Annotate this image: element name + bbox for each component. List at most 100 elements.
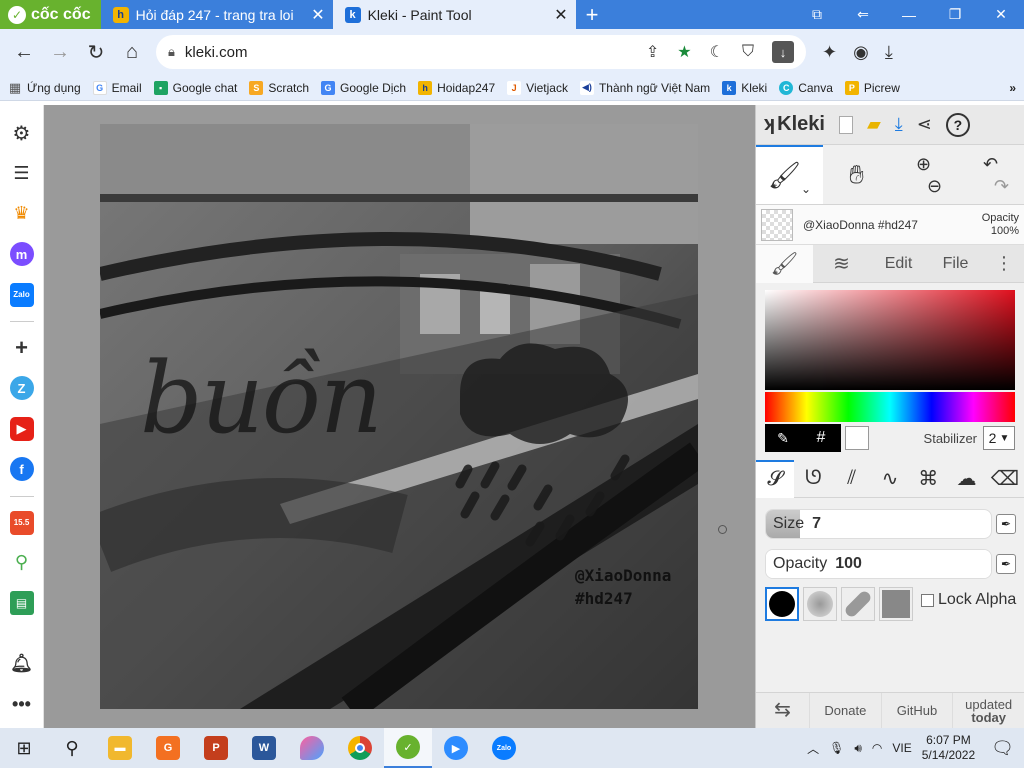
back-arrow-icon[interactable]: ⇐ — [840, 0, 886, 29]
color-saturation-picker[interactable] — [765, 290, 1015, 390]
help-icon[interactable]: ? — [945, 112, 970, 137]
zoom-in-icon[interactable]: ⊕ — [916, 153, 931, 175]
bookmark-star-icon[interactable]: ★ — [677, 42, 691, 62]
hand-tool-button[interactable]: ✋︎ — [823, 145, 890, 204]
size-slider[interactable]: Size 7 — [765, 509, 992, 539]
smudge-brush-button[interactable]: ☁ — [947, 460, 985, 498]
shield-icon[interactable]: ⛉ — [742, 43, 754, 61]
tab-hoidap247[interactable]: h Hỏi đáp 247 - trang tra loi ✕ — [101, 0, 333, 29]
tab-layers[interactable]: ≋ — [813, 245, 870, 283]
bookmarks-overflow-button[interactable]: » — [1009, 81, 1016, 95]
chevron-up-icon[interactable]: ︿ — [807, 740, 819, 757]
calendar-sale-icon[interactable]: 15.5 — [9, 510, 34, 535]
savefrom-download-icon[interactable]: ↓ — [772, 41, 794, 63]
taskbar-powerpoint[interactable]: P — [192, 728, 240, 768]
crown-icon[interactable]: ♛ — [10, 202, 34, 226]
drawing-canvas[interactable]: buồn @XiaoDonna #hd247 — [100, 124, 698, 709]
donate-link[interactable]: Donate — [810, 692, 882, 729]
facebook-icon[interactable]: f — [9, 457, 34, 482]
back-button[interactable]: ← — [6, 34, 42, 70]
bookmark-google-chat[interactable]: ▪ Google chat — [153, 80, 237, 95]
share-icon[interactable]: ⇪ — [646, 42, 659, 62]
add-icon[interactable]: + — [10, 335, 34, 360]
volume-icon[interactable]: 🔊︎ — [854, 741, 862, 756]
taskbar-paint-3d[interactable] — [288, 728, 336, 768]
bookmark-google-dich[interactable]: G Google Dịch — [321, 80, 406, 95]
square-tip-button[interactable] — [879, 587, 913, 621]
sketchy-brush-button[interactable]: ⫽ — [833, 460, 871, 498]
clock[interactable]: 6:07 PM 5/14/2022 — [922, 733, 975, 763]
lock-alpha-toggle[interactable]: Lock Alpha — [921, 591, 1016, 609]
notification-icon[interactable]: 🗨︎ — [991, 738, 1014, 759]
brush-tool-button[interactable]: 🖌︎ ⌄ — [756, 145, 823, 204]
active-layer-row[interactable]: @XiaoDonna #hd247 Opacity 100% — [756, 205, 1024, 245]
screenshot-icon[interactable]: ⧉ — [794, 0, 840, 29]
lollipop-icon[interactable]: ⚲ — [10, 551, 34, 575]
secondary-color-swatch[interactable] — [845, 426, 869, 450]
soft-tip-button[interactable] — [803, 587, 837, 621]
tab-file[interactable]: File — [927, 245, 984, 283]
more-vertical-icon[interactable]: ⋮ — [984, 245, 1024, 283]
taskbar-file-explorer[interactable]: ▬ — [96, 728, 144, 768]
oval-tip-button[interactable] — [841, 587, 875, 621]
profile-icon[interactable]: ◉ — [853, 42, 869, 63]
tab-close-icon[interactable]: ✕ — [311, 5, 324, 25]
opacity-pressure-toggle[interactable]: ✒ — [996, 554, 1016, 574]
eraser-button[interactable]: ⌫ — [986, 460, 1024, 498]
undo-icon[interactable]: ↶ — [983, 153, 998, 175]
bookmark-kleki[interactable]: k Kleki — [722, 80, 767, 95]
list-icon[interactable]: ☰ — [10, 161, 34, 185]
open-folder-icon[interactable]: ▰ — [867, 114, 881, 135]
settings-gear-icon[interactable]: ⚙ — [10, 121, 34, 145]
opacity-slider[interactable]: Opacity 100 — [765, 549, 992, 579]
stabilizer-select[interactable]: 2 ▼ — [983, 426, 1015, 450]
hex-input-button[interactable]: # — [801, 424, 841, 452]
close-window-button[interactable]: ✕ — [978, 0, 1024, 29]
lock-icon[interactable]: 🔒︎ — [168, 44, 175, 60]
tab-close-icon[interactable]: ✕ — [554, 5, 567, 25]
pixel-brush-button[interactable]: ∿ — [871, 460, 909, 498]
zoom-out-icon[interactable]: ⊖ — [927, 175, 942, 197]
address-bar[interactable]: 🔒︎ kleki.com ⇪ ★ ☾ ⛉ ↓ — [156, 35, 806, 69]
share-icon[interactable]: ⋖ — [917, 114, 932, 135]
zalo-icon[interactable]: Zalo — [9, 282, 34, 307]
z-app-icon[interactable]: Z — [9, 376, 34, 401]
kleki-logo[interactable]: ʞ Kleki — [764, 113, 825, 136]
taskbar-zalo-app[interactable]: G — [144, 728, 192, 768]
bookmark-email[interactable]: G Email — [92, 80, 142, 95]
download-icon[interactable]: ⤓ — [895, 114, 903, 135]
youtube-icon[interactable]: ▶ — [9, 416, 34, 441]
start-button[interactable]: ⊞ — [0, 728, 48, 768]
new-tab-button[interactable]: + — [586, 2, 599, 28]
wifi-icon[interactable]: ◠ — [872, 741, 882, 755]
drawing-canvas-area[interactable]: buồn @XiaoDonna #hd247 — [44, 105, 755, 728]
restore-button[interactable]: ❐ — [932, 0, 978, 29]
taskbar-word[interactable]: W — [240, 728, 288, 768]
reload-button[interactable]: ↻ — [78, 34, 114, 70]
more-icon[interactable]: ••• — [10, 692, 34, 716]
blend-brush-button[interactable]: ᘎ — [794, 460, 832, 498]
github-link[interactable]: GitHub — [882, 692, 954, 729]
bookmark-scratch[interactable]: S Scratch — [249, 80, 309, 95]
swap-side-icon[interactable]: ⇆ — [756, 692, 810, 729]
bookmark-thanh-ngu[interactable]: ◀) Thành ngữ Việt Nam — [579, 80, 710, 95]
minimize-button[interactable]: — — [886, 0, 932, 29]
new-image-icon[interactable] — [838, 115, 853, 134]
forward-button[interactable]: → — [42, 34, 78, 70]
taskbar-zalo[interactable]: Zalo — [480, 728, 528, 768]
changelog-link[interactable]: updated today — [953, 693, 1024, 729]
bell-icon[interactable]: 🔔︎ — [10, 652, 34, 676]
bookmark-hoidap247[interactable]: h Hoidap247 — [418, 80, 495, 95]
dark-mode-icon[interactable]: ☾ — [710, 42, 724, 62]
extensions-icon[interactable]: ✦ — [822, 42, 837, 63]
bookmark-picrew[interactable]: P Picrew — [844, 80, 900, 95]
url-text[interactable]: kleki.com — [185, 44, 248, 61]
bookmark-apps[interactable]: ▦ Ứng dụng — [8, 80, 81, 95]
chevron-down-icon[interactable]: ⌄ — [801, 182, 811, 196]
input-language[interactable]: VIE — [892, 741, 911, 755]
microphone-icon[interactable]: 🎙︎ — [829, 741, 844, 755]
round-tip-button[interactable] — [765, 587, 799, 621]
downloads-icon[interactable]: ⤓ — [885, 42, 893, 63]
pen-brush-button[interactable]: 𝓢 — [756, 459, 795, 498]
tab-edit[interactable]: Edit — [870, 245, 927, 283]
